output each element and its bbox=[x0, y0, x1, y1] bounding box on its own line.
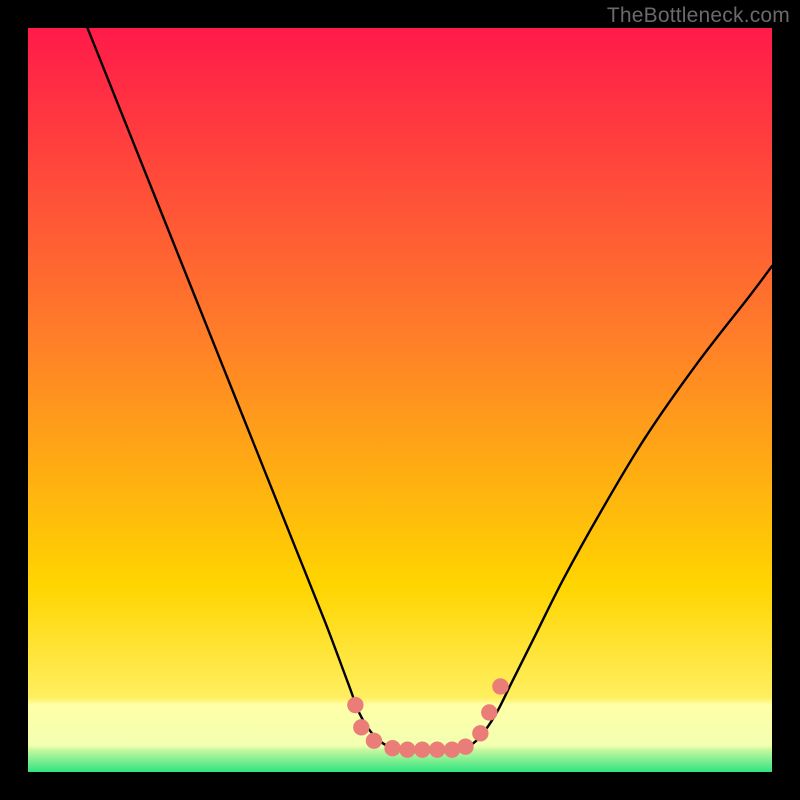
marker-dot bbox=[366, 733, 382, 749]
plot-area bbox=[28, 28, 772, 772]
marker-dot bbox=[472, 725, 488, 741]
marker-dot bbox=[384, 740, 400, 756]
marker-dot bbox=[457, 739, 473, 755]
marker-dot bbox=[492, 678, 508, 694]
marker-dot bbox=[429, 741, 445, 757]
marker-dot bbox=[481, 704, 497, 720]
marker-dot bbox=[399, 741, 415, 757]
marker-dot bbox=[347, 697, 363, 713]
outer-frame: TheBottleneck.com bbox=[0, 0, 800, 800]
watermark-text: TheBottleneck.com bbox=[607, 4, 790, 28]
chart-svg bbox=[28, 28, 772, 772]
marker-dot bbox=[414, 741, 430, 757]
marker-dot bbox=[353, 719, 369, 735]
